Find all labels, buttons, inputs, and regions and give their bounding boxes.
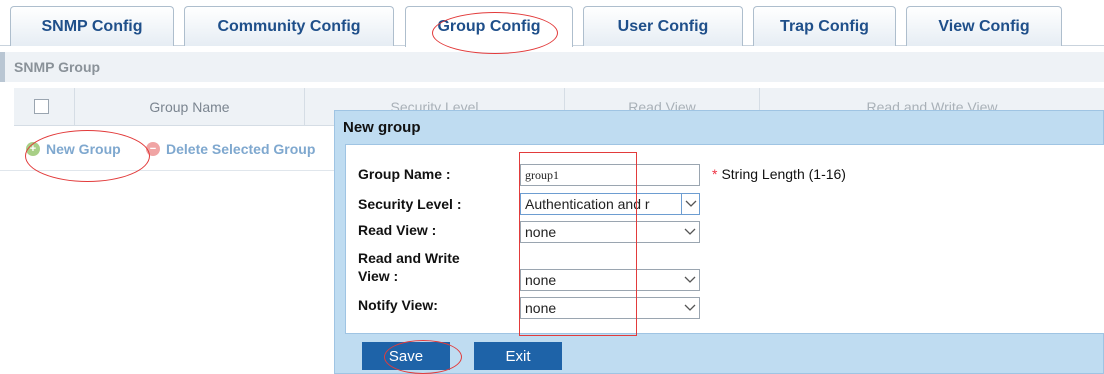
chevron-down-icon: [681, 270, 699, 290]
tab-snmp-config[interactable]: SNMP Config: [10, 6, 174, 46]
tab-label: Community Config: [217, 17, 361, 35]
tab-bar: SNMP Config Community Config Group Confi…: [0, 0, 1104, 47]
tab-label: User Config: [617, 17, 709, 35]
dialog-form: Group Name : group1 * String Length (1-16…: [345, 144, 1104, 334]
new-group-dialog: New group Group Name : group1 * String Le…: [334, 110, 1104, 374]
group-name-hint-text: String Length (1-16): [721, 166, 846, 182]
tab-label: View Config: [938, 17, 1030, 35]
notify-view-select[interactable]: none: [520, 297, 700, 319]
read-write-view-label-line2: View :: [358, 268, 399, 284]
column-group-name: Group Name: [74, 88, 304, 126]
plus-icon: +: [26, 142, 40, 156]
new-group-label: New Group: [46, 141, 121, 157]
tab-trap-config[interactable]: Trap Config: [753, 6, 896, 46]
group-name-input[interactable]: group1: [520, 164, 700, 186]
tab-user-config[interactable]: User Config: [583, 6, 743, 46]
tab-view-config[interactable]: View Config: [906, 6, 1062, 46]
chevron-down-icon: [681, 194, 699, 214]
tab-community-config[interactable]: Community Config: [184, 6, 394, 46]
section-title: SNMP Group: [14, 59, 101, 75]
new-group-button[interactable]: + New Group: [26, 140, 121, 158]
exit-button[interactable]: Exit: [474, 342, 562, 370]
read-view-value: none: [525, 224, 557, 240]
tab-label: Trap Config: [780, 17, 869, 35]
read-write-view-value: none: [525, 272, 557, 288]
security-level-select[interactable]: Authentication and r: [520, 193, 700, 215]
group-name-label: Group Name :: [358, 166, 451, 182]
read-write-view-select[interactable]: none: [520, 269, 700, 291]
delete-selected-label: Delete Selected Group: [166, 141, 316, 157]
tab-group-config[interactable]: Group Config: [405, 6, 573, 47]
required-mark: *: [712, 166, 718, 182]
notify-view-label: Notify View:: [358, 297, 438, 313]
notify-view-value: none: [525, 300, 557, 316]
save-button[interactable]: Save: [362, 342, 450, 370]
read-view-label: Read View :: [358, 222, 437, 238]
section-accent: [0, 52, 5, 82]
action-bar: + New Group − Delete Selected Group: [14, 128, 344, 170]
divider: [0, 170, 340, 171]
select-all-checkbox[interactable]: [34, 99, 49, 114]
read-write-view-label-line1: Read and Write: [358, 250, 460, 266]
tab-label: SNMP Config: [41, 17, 143, 35]
group-name-hint: * String Length (1-16): [712, 166, 846, 182]
minus-icon: −: [146, 142, 160, 156]
tab-label: Group Config: [437, 18, 541, 35]
chevron-down-icon: [681, 298, 699, 318]
security-level-label: Security Level :: [358, 196, 462, 212]
section-header: SNMP Group: [0, 52, 1104, 82]
read-view-select[interactable]: none: [520, 221, 700, 243]
security-level-value: Authentication and r: [525, 196, 650, 212]
delete-selected-group-button[interactable]: − Delete Selected Group: [146, 140, 315, 158]
group-name-value: group1: [525, 167, 559, 182]
dialog-title: New group: [343, 119, 421, 136]
chevron-down-icon: [681, 222, 699, 242]
